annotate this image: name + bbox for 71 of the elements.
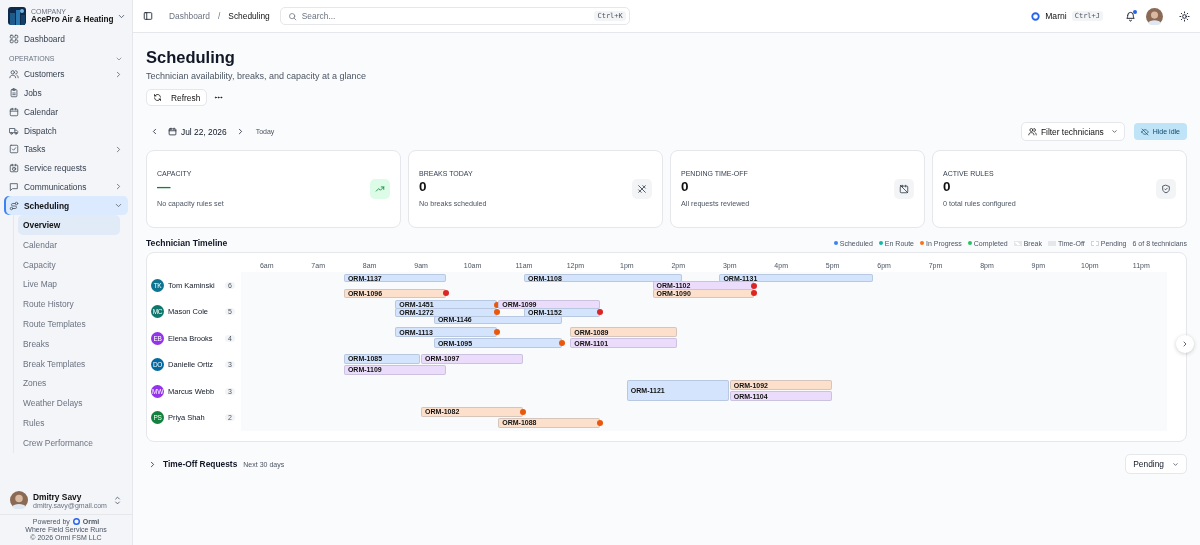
trend-up-icon xyxy=(375,184,385,194)
calendar-clock-icon xyxy=(9,163,19,174)
legend-swatch xyxy=(1090,240,1099,246)
submenu-item[interactable]: Route History xyxy=(18,294,120,315)
company-name: AcePro Air & Heating xyxy=(31,15,112,24)
stat-value: 0 xyxy=(419,179,428,194)
calendar-icon xyxy=(9,106,19,117)
sidebar-item[interactable]: Tasks xyxy=(4,140,128,159)
submenu-item[interactable]: Breaks xyxy=(18,333,120,354)
eye-off-icon xyxy=(1140,127,1149,136)
page-title: Scheduling xyxy=(146,48,236,67)
stat-value: — xyxy=(157,179,172,194)
sidebar-toggle-icon xyxy=(143,11,153,21)
breadcrumb-item[interactable]: Dashboard xyxy=(169,11,210,21)
clipboard-icon xyxy=(9,88,19,98)
truck-icon xyxy=(9,125,19,136)
section-title: Technician Timeline xyxy=(146,238,229,248)
sidebar-item[interactable]: Jobs xyxy=(4,83,128,103)
sidebar-item[interactable]: Customers xyxy=(4,64,128,84)
submenu-item[interactable]: Capacity xyxy=(18,254,120,275)
submenu-item[interactable]: Rules xyxy=(18,413,120,433)
submenu-item[interactable]: Calendar xyxy=(18,234,120,255)
sun-icon xyxy=(1179,10,1190,22)
chevron-down-icon xyxy=(1172,460,1179,468)
sidebar-item[interactable]: Dashboard xyxy=(4,30,128,49)
filter-dropdown[interactable]: Filter technicians xyxy=(1020,122,1125,141)
page-subtitle: Technician availability, breaks, and capacity at a glance xyxy=(146,71,367,81)
shield-check-icon xyxy=(1161,184,1171,194)
notifications-button[interactable] xyxy=(1125,10,1136,22)
search-icon xyxy=(287,11,297,21)
submenu-item[interactable]: Route Templates xyxy=(18,314,120,334)
checkbox-icon xyxy=(9,144,19,155)
calendar-icon xyxy=(168,127,177,136)
avatar xyxy=(10,491,28,509)
refresh-icon xyxy=(153,93,162,102)
section-title: Time-Off Requests xyxy=(163,459,238,469)
submenu-item[interactable]: Live Map xyxy=(18,274,120,295)
submenu-item[interactable]: Break Templates xyxy=(18,353,120,374)
chevron-left-icon xyxy=(150,127,159,136)
grid-icon xyxy=(9,34,19,45)
status-dropdown[interactable]: Pending xyxy=(1125,454,1187,474)
assistant-button[interactable]: Marni xyxy=(1045,11,1067,21)
assistant-icon xyxy=(1031,11,1041,21)
chat-icon xyxy=(9,181,19,192)
sidebar-item[interactable]: Scheduling xyxy=(4,196,128,216)
users-icon xyxy=(9,69,19,80)
sidebar-item[interactable]: Communications xyxy=(4,177,128,197)
route-icon xyxy=(9,200,19,211)
user-name: Dmitry Savy xyxy=(33,491,82,502)
breadcrumb-separator: / xyxy=(218,11,221,21)
logo-icon xyxy=(72,518,80,525)
chevrons-icon xyxy=(113,495,122,505)
chevron-right-icon xyxy=(1181,340,1189,348)
sidebar-item[interactable]: Calendar xyxy=(4,102,128,122)
stat-value: 0 xyxy=(943,179,952,194)
users-icon xyxy=(1027,127,1037,136)
sidebar-item[interactable]: Service requests xyxy=(4,158,128,178)
chevron-down-icon xyxy=(1110,128,1118,135)
submenu-item[interactable]: Weather Delays xyxy=(18,393,120,414)
refresh-button[interactable]: Refresh xyxy=(146,89,208,106)
legend-swatch xyxy=(1013,240,1022,246)
bell-icon xyxy=(1125,10,1136,22)
submenu-item[interactable]: Overview xyxy=(18,215,120,235)
date-picker[interactable]: Jul 22, 2026 xyxy=(168,126,227,137)
avatar xyxy=(1146,7,1163,25)
calendar-off-icon xyxy=(899,184,909,194)
stat-value: 0 xyxy=(681,179,690,194)
submenu-item[interactable]: Zones xyxy=(18,373,120,394)
breadcrumb-item: Scheduling xyxy=(228,11,270,21)
submenu-item[interactable]: Crew Performance xyxy=(18,432,120,453)
sidebar-item[interactable]: Dispatch xyxy=(4,121,128,140)
